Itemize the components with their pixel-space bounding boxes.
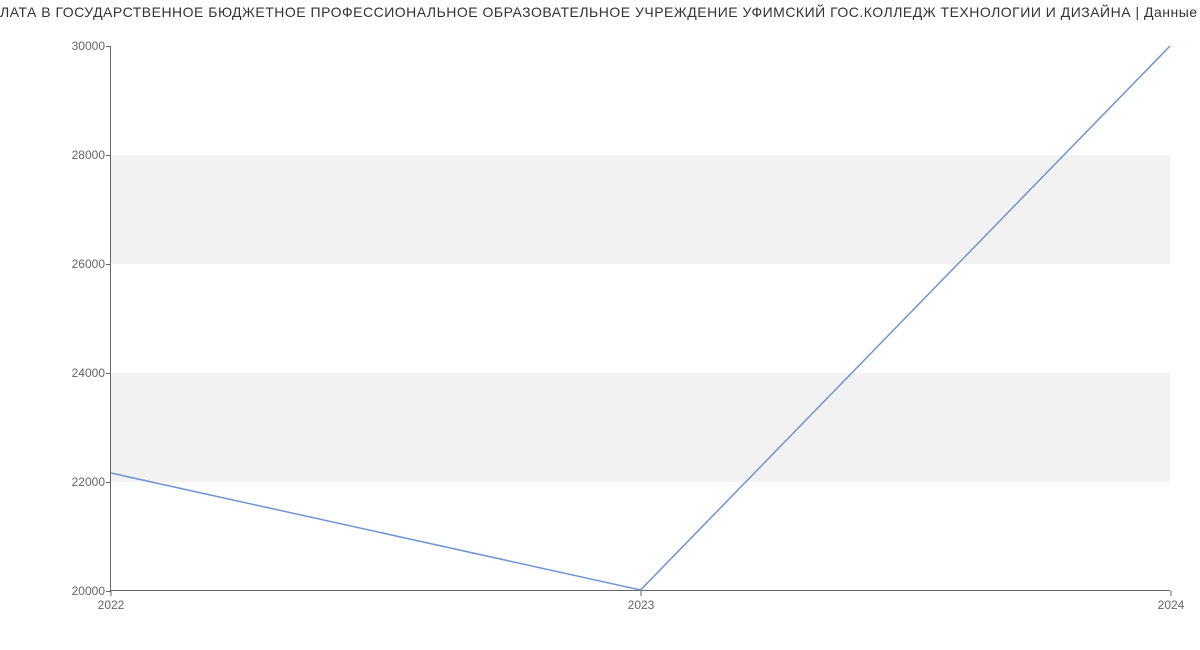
y-tick-label: 30000 xyxy=(72,39,105,53)
line-layer xyxy=(111,46,1170,590)
plot-area: 2000022000240002600028000300002022202320… xyxy=(110,46,1170,591)
x-tick-label: 2022 xyxy=(98,598,125,612)
y-tick-label: 20000 xyxy=(72,584,105,598)
y-tick-mark xyxy=(106,482,111,483)
y-tick-label: 24000 xyxy=(72,366,105,380)
y-tick-label: 22000 xyxy=(72,475,105,489)
x-tick-label: 2023 xyxy=(628,598,655,612)
chart-container: 2000022000240002600028000300002022202320… xyxy=(60,26,1180,621)
x-tick-mark xyxy=(1171,591,1172,596)
x-tick-mark xyxy=(641,591,642,596)
y-tick-mark xyxy=(106,373,111,374)
chart-title: ЛАТА В ГОСУДАРСТВЕННОЕ БЮДЖЕТНОЕ ПРОФЕСС… xyxy=(0,0,1200,20)
y-tick-label: 28000 xyxy=(72,148,105,162)
y-tick-mark xyxy=(106,264,111,265)
data-line xyxy=(111,46,1170,590)
y-tick-mark xyxy=(106,46,111,47)
x-tick-mark xyxy=(111,591,112,596)
y-tick-mark xyxy=(106,155,111,156)
y-tick-label: 26000 xyxy=(72,257,105,271)
x-tick-label: 2024 xyxy=(1158,598,1185,612)
